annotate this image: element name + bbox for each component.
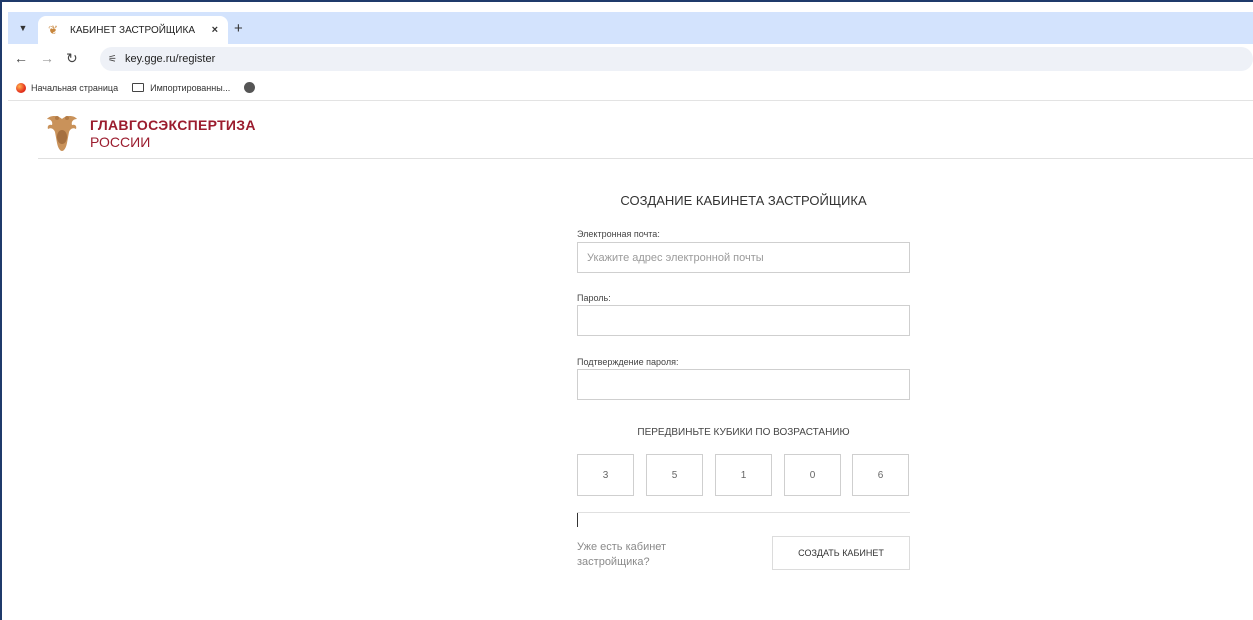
password-label: Пароль: [577, 293, 611, 303]
logo-subtitle[interactable]: РОССИИ [90, 134, 150, 150]
tab-active[interactable]: ❦ КАБИНЕТ ЗАСТРОЙЩИКА × [38, 16, 228, 44]
tab-close-icon[interactable]: × [212, 24, 218, 36]
reload-icon[interactable]: ↻ [66, 50, 78, 67]
captcha-cube[interactable]: 3 [577, 454, 634, 496]
login-link[interactable]: Уже есть кабинет застройщика? [577, 540, 687, 570]
captcha-cube[interactable]: 1 [715, 454, 772, 496]
forward-arrow-icon[interactable]: → [40, 50, 54, 66]
double-headed-eagle-icon [47, 116, 77, 151]
folder-icon [132, 83, 145, 92]
address-bar[interactable]: ⚟ key.gge.ru/register [100, 47, 1253, 71]
captcha-instructions: ПЕРЕДВИНЬТЕ КУБИКИ ПО ВОЗРАСТАНИЮ [637, 427, 850, 438]
tab-search-chevron-icon[interactable]: ▼ [14, 19, 32, 37]
email-field[interactable] [577, 242, 910, 273]
create-cabinet-button[interactable]: СОЗДАТЬ КАБИНЕТ [772, 536, 910, 570]
bookmark-globe[interactable] [244, 82, 256, 93]
url-text: key.gge.ru/register [124, 53, 216, 65]
captcha-cube[interactable]: 0 [784, 454, 841, 496]
address-row: ← → ↻ ⚟ key.gge.ru/register [8, 44, 1253, 74]
captcha-cube[interactable]: 6 [852, 454, 909, 496]
tab-title: КАБИНЕТ ЗАСТРОЙЩИКА [70, 24, 195, 36]
confirm-password-label: Подтверждение пароля: [577, 357, 679, 367]
tab-bar: ▼ ❦ КАБИНЕТ ЗАСТРОЙЩИКА × + [8, 12, 1253, 44]
password-field[interactable] [577, 305, 910, 336]
site-settings-icon[interactable]: ⚟ [108, 54, 117, 65]
header-divider [38, 158, 1253, 159]
captcha-cube[interactable]: 5 [646, 454, 703, 496]
text-cursor [577, 513, 578, 527]
bookmark-imported-folder[interactable]: Импортированны... [132, 83, 230, 93]
bookmarks-bar: Начальная страница Импортированны... [8, 75, 1253, 101]
bookmark-label: Начальная страница [31, 82, 119, 93]
captcha-divider [577, 512, 910, 513]
form-title: СОЗДАНИЕ КАБИНЕТА ЗАСТРОЙЩИКА [620, 193, 867, 208]
bookmark-label: Импортированны... [150, 82, 231, 93]
confirm-password-field[interactable] [577, 369, 910, 400]
email-label: Электронная почта: [577, 229, 660, 239]
browser-logo-icon [16, 82, 26, 93]
logo-title[interactable]: ГЛАВГОСЭКСПЕРТИЗА [90, 117, 256, 133]
new-tab-icon[interactable]: + [234, 20, 243, 37]
globe-icon [244, 82, 256, 93]
bookmark-home[interactable]: Начальная страница [16, 82, 119, 93]
eagle-favicon-icon: ❦ [48, 23, 59, 37]
back-arrow-icon[interactable]: ← [14, 50, 28, 66]
